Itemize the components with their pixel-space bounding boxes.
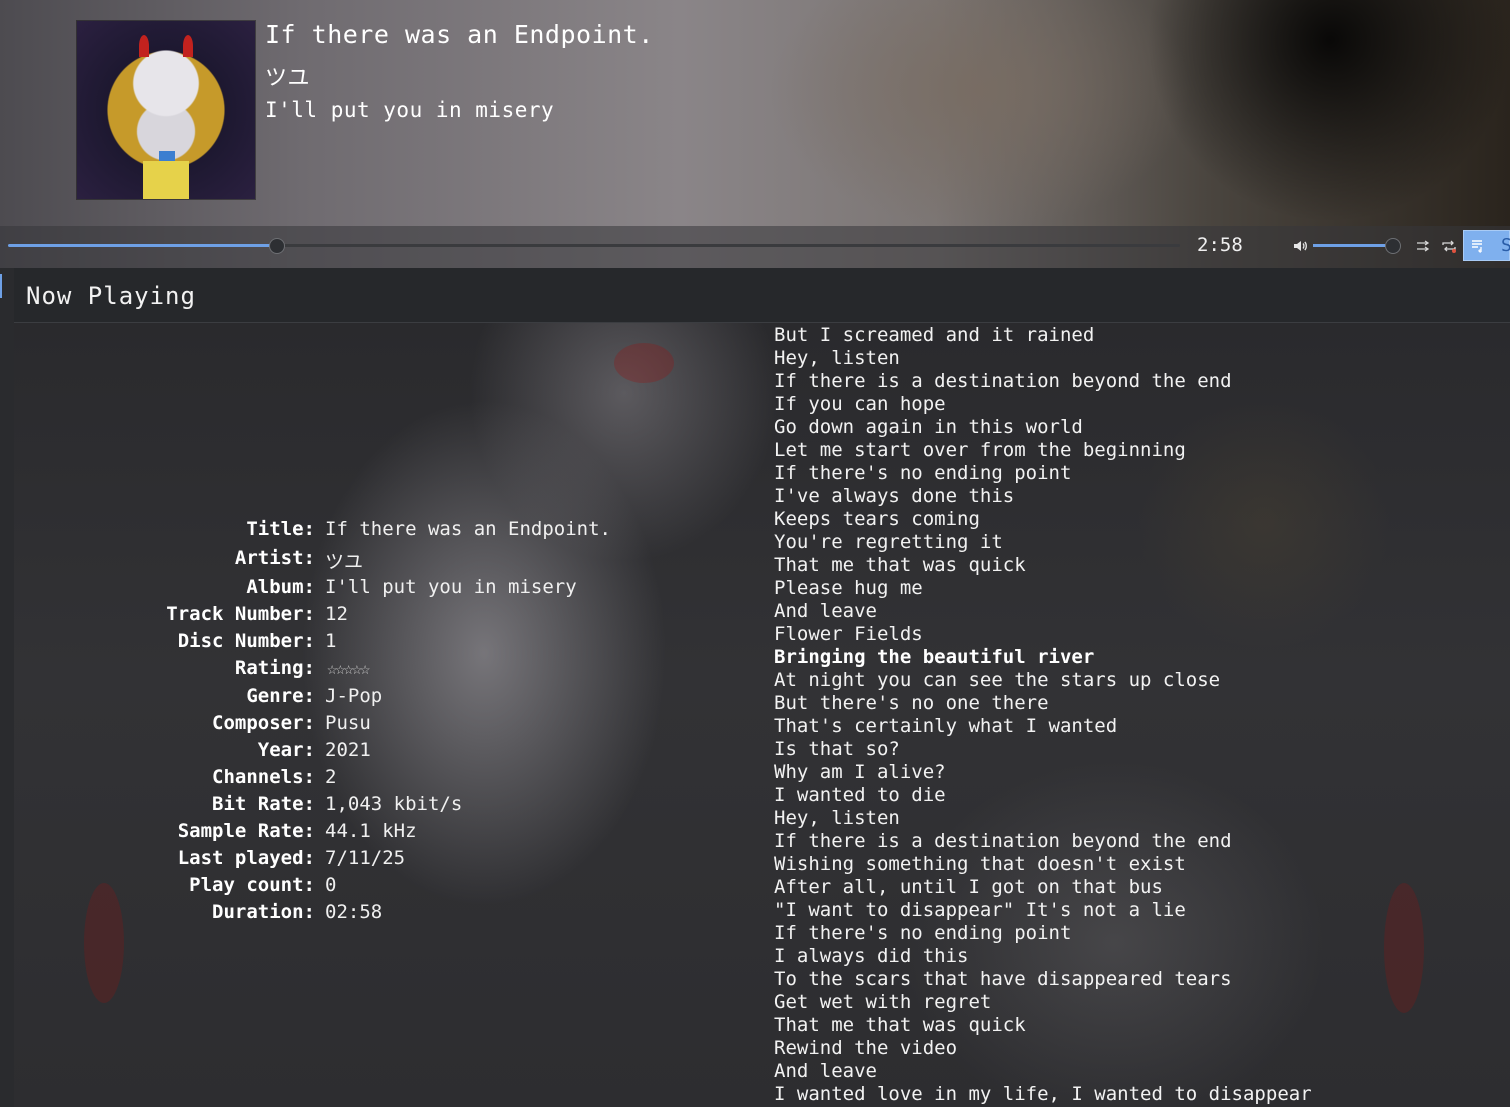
header-album: I'll put you in misery — [265, 98, 555, 122]
side-strip-marker — [0, 274, 2, 298]
lyric-line[interactable]: If there's no ending point — [774, 922, 1071, 945]
volume-slider[interactable] — [1313, 244, 1393, 247]
lyric-line[interactable]: If there is a destination beyond the end — [774, 830, 1232, 853]
lyrics-toggle-button[interactable]: S — [1463, 230, 1510, 261]
lyric-line[interactable]: If there's no ending point — [774, 462, 1071, 485]
metadata-value: ツユ — [325, 551, 364, 573]
lyric-line[interactable]: Why am I alive? — [774, 761, 946, 784]
controls-bar — [0, 226, 1510, 268]
header-track-title: If there was an Endpoint. — [265, 20, 654, 49]
metadata-value: 2 — [325, 766, 337, 788]
lyric-line[interactable]: I've always done this — [774, 485, 1014, 508]
lyric-line[interactable]: That me that was quick — [774, 554, 1026, 577]
metadata-label: Artist: — [234, 547, 315, 569]
metadata-label: Disc Number: — [177, 630, 315, 652]
backdrop-detail — [1384, 883, 1424, 1013]
lyric-line[interactable]: Get wet with regret — [774, 991, 991, 1014]
rating-stars[interactable]: ☆☆☆☆☆ — [327, 659, 370, 679]
volume-icon[interactable] — [1292, 238, 1308, 254]
metadata-value: I'll put you in misery — [325, 576, 577, 598]
lyric-line[interactable]: "I want to disappear" It's not a lie — [774, 899, 1186, 922]
lyric-line[interactable]: I wanted to die — [774, 784, 946, 807]
seek-progress — [8, 244, 278, 247]
lyric-line[interactable]: Wishing something that doesn't exist — [774, 853, 1186, 876]
lyric-line[interactable]: But there's no one there — [774, 692, 1049, 715]
metadata-label: Duration: — [212, 901, 315, 923]
lyric-line[interactable]: Please hug me — [774, 577, 923, 600]
metadata-label: Play count: — [189, 874, 315, 896]
metadata-value: 1 — [325, 630, 337, 652]
metadata-value: 12 — [325, 603, 348, 625]
lyric-line[interactable]: To the scars that have disappeared tears — [774, 968, 1232, 991]
metadata-value: J-Pop — [325, 685, 383, 707]
metadata-value: 1,043 kbit/s — [325, 793, 463, 815]
lyric-line[interactable]: Keeps tears coming — [774, 508, 980, 531]
volume-level — [1313, 244, 1385, 247]
metadata-label: Title: — [246, 518, 315, 540]
metadata-label: Composer: — [212, 712, 315, 734]
metadata-value: 02:58 — [325, 901, 383, 923]
metadata-value: 0 — [325, 874, 337, 896]
lyric-line[interactable]: Flower Fields — [774, 623, 923, 646]
lyric-line[interactable]: And leave — [774, 1060, 877, 1083]
album-art-detail — [183, 35, 193, 57]
repeat-icon[interactable] — [1441, 238, 1457, 254]
metadata-label: Bit Rate: — [212, 793, 315, 815]
metadata-label: Genre: — [246, 685, 315, 707]
metadata-label: Rating: — [234, 657, 315, 679]
metadata-value: 7/11/25 — [325, 847, 406, 869]
panel-title: Now Playing — [26, 282, 196, 310]
header-artist: ツユ — [265, 66, 311, 91]
metadata-label: Channels: — [212, 766, 315, 788]
lyric-line[interactable]: Hey, listen — [774, 347, 900, 370]
album-art-detail — [139, 35, 149, 57]
lyric-line[interactable]: After all, until I got on that bus — [774, 876, 1163, 899]
lyric-line[interactable]: Is that so? — [774, 738, 900, 761]
lyric-line[interactable]: Let me start over from the beginning — [774, 439, 1186, 462]
metadata-value: 2021 — [325, 739, 371, 761]
lyrics-icon — [1472, 240, 1482, 253]
backdrop-detail — [84, 883, 124, 1003]
lyric-line[interactable]: If there is a destination beyond the end — [774, 370, 1232, 393]
metadata-label: Year: — [257, 739, 315, 761]
lyric-line[interactable]: Go down again in this world — [774, 416, 1083, 439]
lyric-line[interactable]: And leave — [774, 600, 877, 623]
backdrop-detail — [614, 343, 674, 383]
lyric-line[interactable]: I always did this — [774, 945, 968, 968]
lyric-line[interactable]: Hey, listen — [774, 807, 900, 830]
lyric-line[interactable]: Rewind the video — [774, 1037, 957, 1060]
lyric-line[interactable]: That's certainly what I wanted — [774, 715, 1117, 738]
side-strip — [0, 268, 14, 1107]
lyric-line[interactable]: You're regretting it — [774, 531, 1003, 554]
lyric-line[interactable]: At night you can see the stars up close — [774, 669, 1220, 692]
album-art-detail — [143, 161, 189, 199]
metadata-value: Pusu — [325, 712, 371, 734]
metadata-label: Last played: — [177, 847, 315, 869]
metadata-value: 44.1 kHz — [325, 820, 417, 842]
seek-handle[interactable] — [269, 238, 285, 254]
now-playing-panel: Title: If there was an Endpoint. Artist: ツユ… — [14, 323, 1510, 1107]
metadata-label: Track Number: — [166, 603, 315, 625]
lyrics-button-label: S — [1501, 235, 1510, 256]
lyric-line[interactable]: That me that was quick — [774, 1014, 1026, 1037]
panel-header: Now Playing — [14, 268, 1510, 323]
lyric-line-current[interactable]: Bringing the beautiful river — [774, 646, 1094, 669]
metadata-label: Sample Rate: — [177, 820, 315, 842]
shuffle-icon[interactable] — [1416, 238, 1432, 254]
lyric-line[interactable]: If you can hope — [774, 393, 946, 416]
time-label: 2:58 — [1197, 234, 1243, 256]
album-art-detail — [159, 151, 175, 161]
metadata-value: If there was an Endpoint. — [325, 518, 611, 540]
lyric-line[interactable]: But I screamed and it rained — [774, 324, 1094, 347]
album-art[interactable] — [77, 21, 255, 199]
seek-slider[interactable] — [8, 244, 1180, 247]
volume-handle[interactable] — [1385, 238, 1401, 254]
metadata-label: Album: — [246, 576, 315, 598]
lyric-line[interactable]: I wanted love in my life, I wanted to di… — [774, 1083, 1312, 1106]
